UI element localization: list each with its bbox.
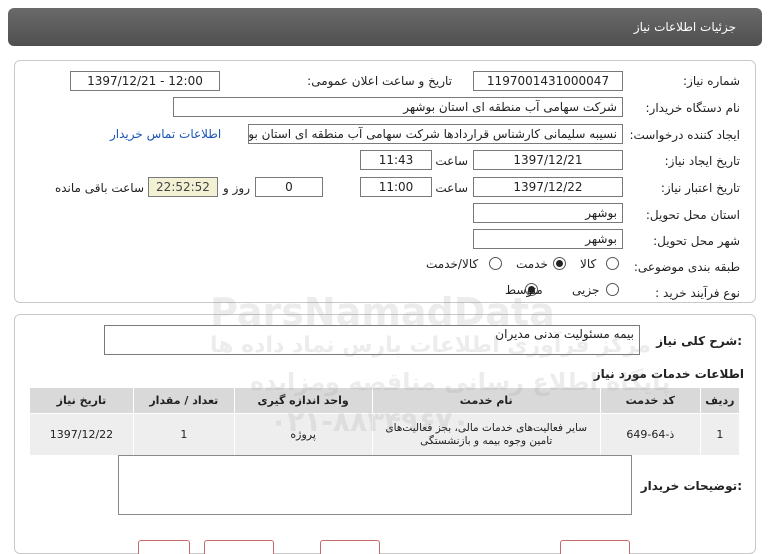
col-unit: واحد اندازه گیری (233, 387, 373, 414)
cell-quantity: 1 (132, 413, 235, 456)
valid-date-field: 1397/12/22 (473, 177, 623, 197)
buyer-org-label: نام دستگاه خریدار: (645, 101, 741, 115)
process-medium-label: متوسط (505, 283, 543, 297)
category-service-label: خدمت (516, 257, 548, 271)
created-label: تاریخ ایجاد نیاز: (664, 154, 740, 168)
bottom-button-4[interactable] (560, 540, 630, 554)
cell-need-date: 1397/12/22 (29, 413, 134, 456)
page-header: جزئیات اطلاعات نیاز (8, 8, 762, 46)
col-row: ردیف (699, 387, 741, 414)
province-field: بوشهر (473, 203, 623, 223)
table-row: 1 ذ-64-649 سایر فعالیت‌های خدمات مالی، ب… (29, 413, 741, 456)
services-title: اطلاعات خدمات مورد نیاز (593, 367, 744, 381)
valid-time-label: ساعت (435, 181, 468, 195)
col-service-code: کد خدمت (599, 387, 701, 414)
announce-label: تاریخ و ساعت اعلان عمومی: (307, 74, 452, 88)
cell-service-code: ذ-64-649 (599, 413, 701, 456)
remaining-time-field: 22:52:52 (148, 177, 218, 197)
created-date-field: 1397/12/21 (473, 150, 623, 170)
bottom-button-1[interactable] (138, 540, 190, 554)
province-label: استان محل تحویل: (645, 208, 740, 222)
bottom-button-2[interactable] (204, 540, 274, 554)
requester-label: ایجاد کننده درخواست: (629, 128, 740, 142)
cell-service-name: سایر فعالیت‌های خدمات مالی، بجز فعالیت‌ه… (371, 413, 601, 456)
city-field: بوشهر (473, 229, 623, 249)
need-number-label: شماره نیاز: (683, 74, 740, 88)
services-table: ردیف کد خدمت نام خدمت واحد اندازه گیری ت… (29, 387, 741, 456)
category-service-radio[interactable] (553, 257, 566, 270)
created-time-label: ساعت (435, 154, 468, 168)
category-goods-radio[interactable] (606, 257, 619, 270)
days-field: 0 (255, 177, 323, 197)
buyer-notes-field (118, 455, 632, 515)
need-number-field: 1197001431000047 (473, 71, 623, 91)
city-label: شهر محل تحویل: (653, 234, 740, 248)
table-header-row: ردیف کد خدمت نام خدمت واحد اندازه گیری ت… (29, 387, 741, 414)
category-label: طبقه بندی موضوعی: (633, 260, 740, 274)
valid-time-field: 11:00 (360, 177, 432, 197)
bottom-button-3[interactable] (320, 540, 380, 554)
contact-buyer-link[interactable]: اطلاعات تماس خریدار (110, 127, 221, 141)
days-label: روز و (223, 181, 250, 195)
process-minor-label: جزیی (572, 283, 600, 297)
requester-field: نسیبه سلیمانی کارشناس قراردادها شرکت سها… (248, 124, 623, 144)
valid-label: تاریخ اعتبار نیاز: (660, 181, 740, 195)
category-goods-label: کالا (580, 257, 597, 271)
category-both-label: کالا/خدمت (426, 257, 479, 271)
col-service-name: نام خدمت (371, 387, 601, 414)
col-need-date: تاریخ نیاز (29, 387, 134, 414)
summary-field: بیمه مسئولیت مدنی مدیران (104, 325, 640, 355)
remaining-label: ساعت باقی مانده (54, 181, 144, 195)
buyer-org-field: شرکت سهامی آب منطقه ای استان بوشهر (173, 97, 623, 117)
process-minor-radio[interactable] (606, 283, 619, 296)
summary-label: شرح کلی نیاز: (656, 334, 742, 348)
buyer-notes-label: توضیحات خریدار: (640, 479, 742, 493)
cell-unit: پروژه (233, 413, 373, 456)
created-time-field: 11:43 (360, 150, 432, 170)
cell-row: 1 (699, 413, 741, 456)
process-label: نوع فرآیند خرید : (655, 286, 740, 300)
col-quantity: تعداد / مقدار (132, 387, 235, 414)
category-both-radio[interactable] (489, 257, 502, 270)
page-title: جزئیات اطلاعات نیاز (633, 20, 736, 34)
announce-field: 1397/12/21 - 12:00 (70, 71, 220, 91)
